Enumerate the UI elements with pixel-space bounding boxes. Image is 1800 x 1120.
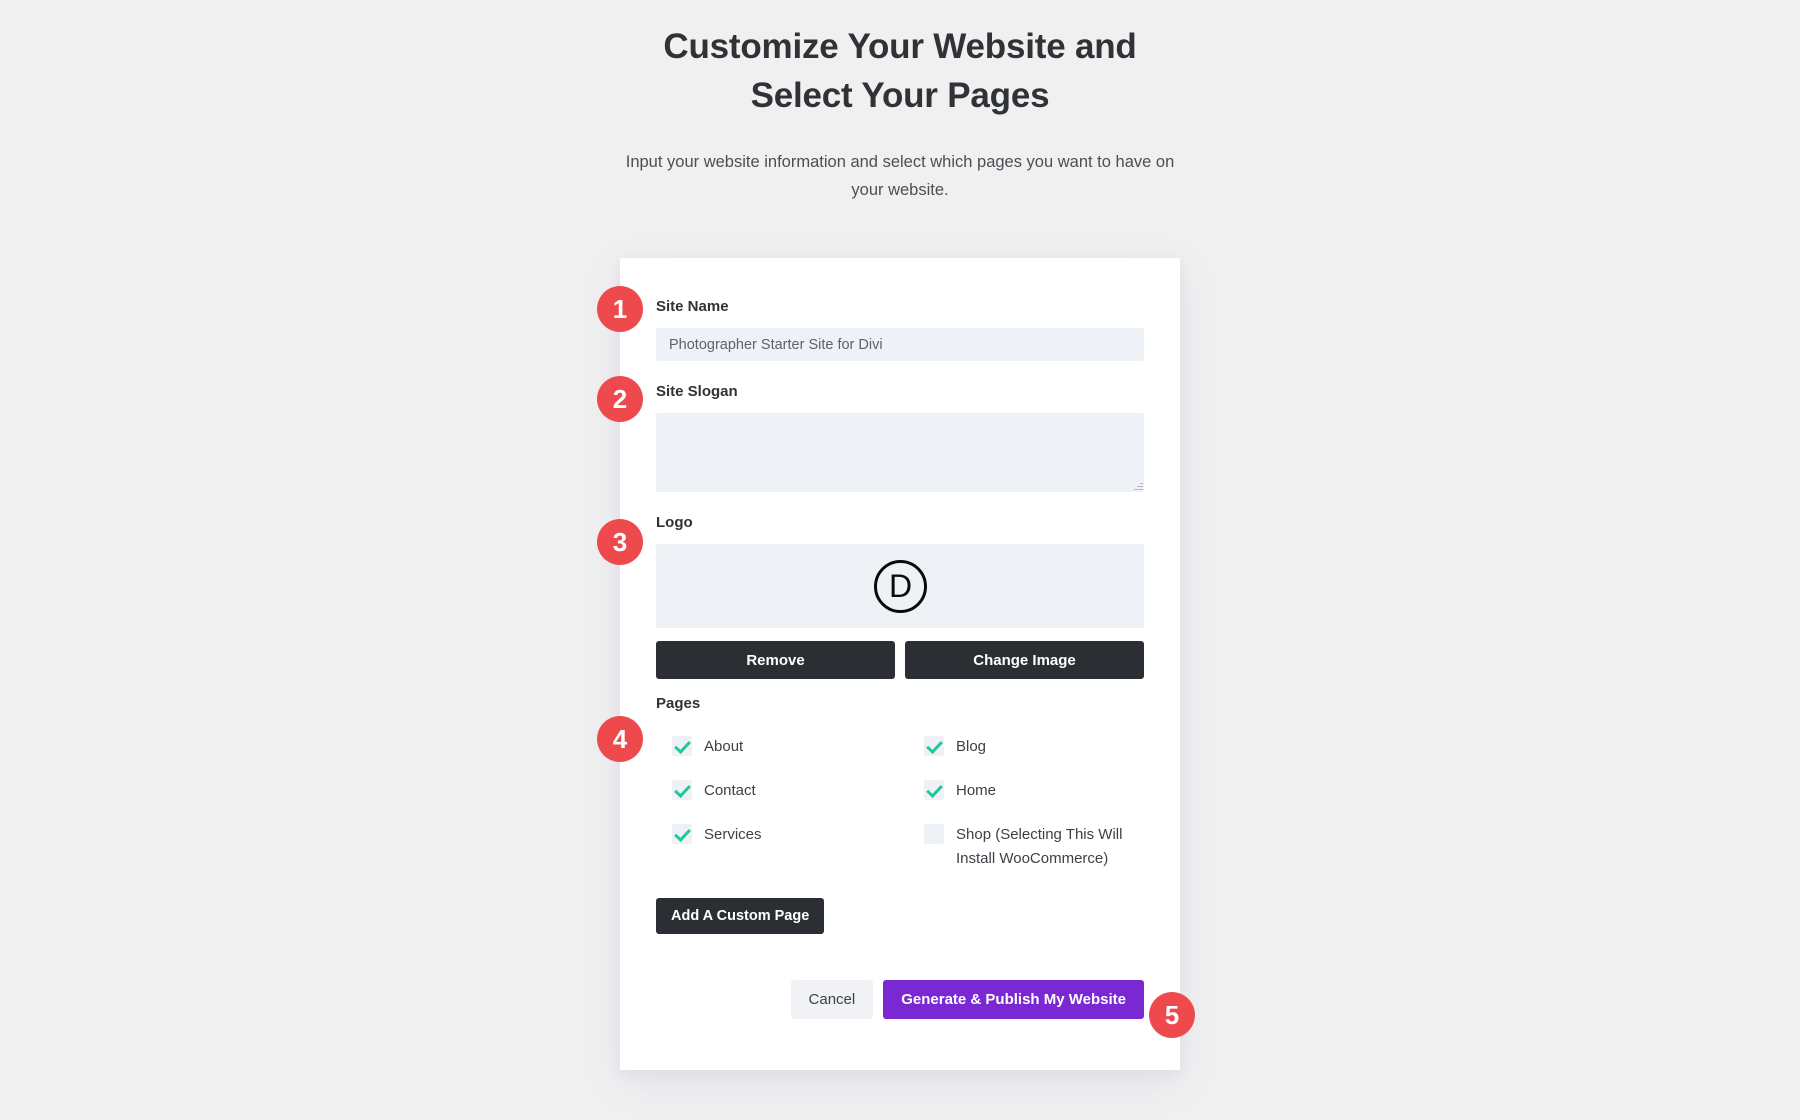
logo-preview: D [656,544,1144,628]
step-badge-4: 4 [597,716,643,762]
form-body: Site Name Site Slogan Logo D Remove Chan… [656,298,1144,934]
change-image-button[interactable]: Change Image [905,641,1144,679]
customize-website-screen: Customize Your Website and Select Your P… [0,0,1800,1120]
form-actions: Cancel Generate & Publish My Website [656,980,1144,1019]
site-name-input[interactable] [656,328,1144,361]
checkbox-services[interactable] [672,824,692,844]
site-slogan-wrapper [656,413,1144,492]
logo-label: Logo [656,514,693,531]
checkbox-home[interactable] [924,780,944,800]
cancel-button[interactable]: Cancel [790,980,874,1019]
site-name-label: Site Name [656,298,729,315]
site-slogan-label: Site Slogan [656,383,738,400]
checkbox-about[interactable] [672,736,692,756]
remove-logo-button[interactable]: Remove [656,641,895,679]
step-badge-5: 5 [1149,992,1195,1038]
logo-actions: Remove Change Image [656,641,1144,679]
step-badge-3: 3 [597,519,643,565]
step-badge-1: 1 [597,286,643,332]
page-option-contact[interactable]: Contact [672,769,924,813]
page-option-label: Contact [704,782,756,799]
pages-checkbox-grid: About Blog Contact Home Services Shop (S… [656,725,1144,871]
pages-label: Pages [656,695,701,712]
checkbox-blog[interactable] [924,736,944,756]
header: Customize Your Website and Select Your P… [0,22,1800,204]
step-badge-2: 2 [597,376,643,422]
checkbox-contact[interactable] [672,780,692,800]
checkbox-shop[interactable] [924,824,944,844]
page-option-home[interactable]: Home [924,769,1144,813]
page-option-label: About [704,738,744,755]
page-option-blog[interactable]: Blog [924,725,1144,769]
page-subtitle: Input your website information and selec… [625,153,1175,199]
page-option-label: Home [956,782,997,799]
page-option-label: Shop (Selecting This Will Install WooCom… [956,826,1123,867]
page-option-label: Blog [956,738,987,755]
page-option-about[interactable]: About [672,725,924,769]
page-title: Customize Your Website and Select Your P… [663,27,1137,115]
page-option-label: Services [704,826,762,843]
site-slogan-textarea[interactable] [656,413,1144,492]
page-option-shop[interactable]: Shop (Selecting This Will Install WooCom… [924,813,1144,871]
customize-form-card: Site Name Site Slogan Logo D Remove Chan… [620,258,1180,1070]
add-custom-page-button[interactable]: Add A Custom Page [656,898,825,934]
generate-publish-button[interactable]: Generate & Publish My Website [883,980,1144,1019]
page-option-services[interactable]: Services [672,813,924,871]
divi-logo-icon: D [873,559,927,613]
